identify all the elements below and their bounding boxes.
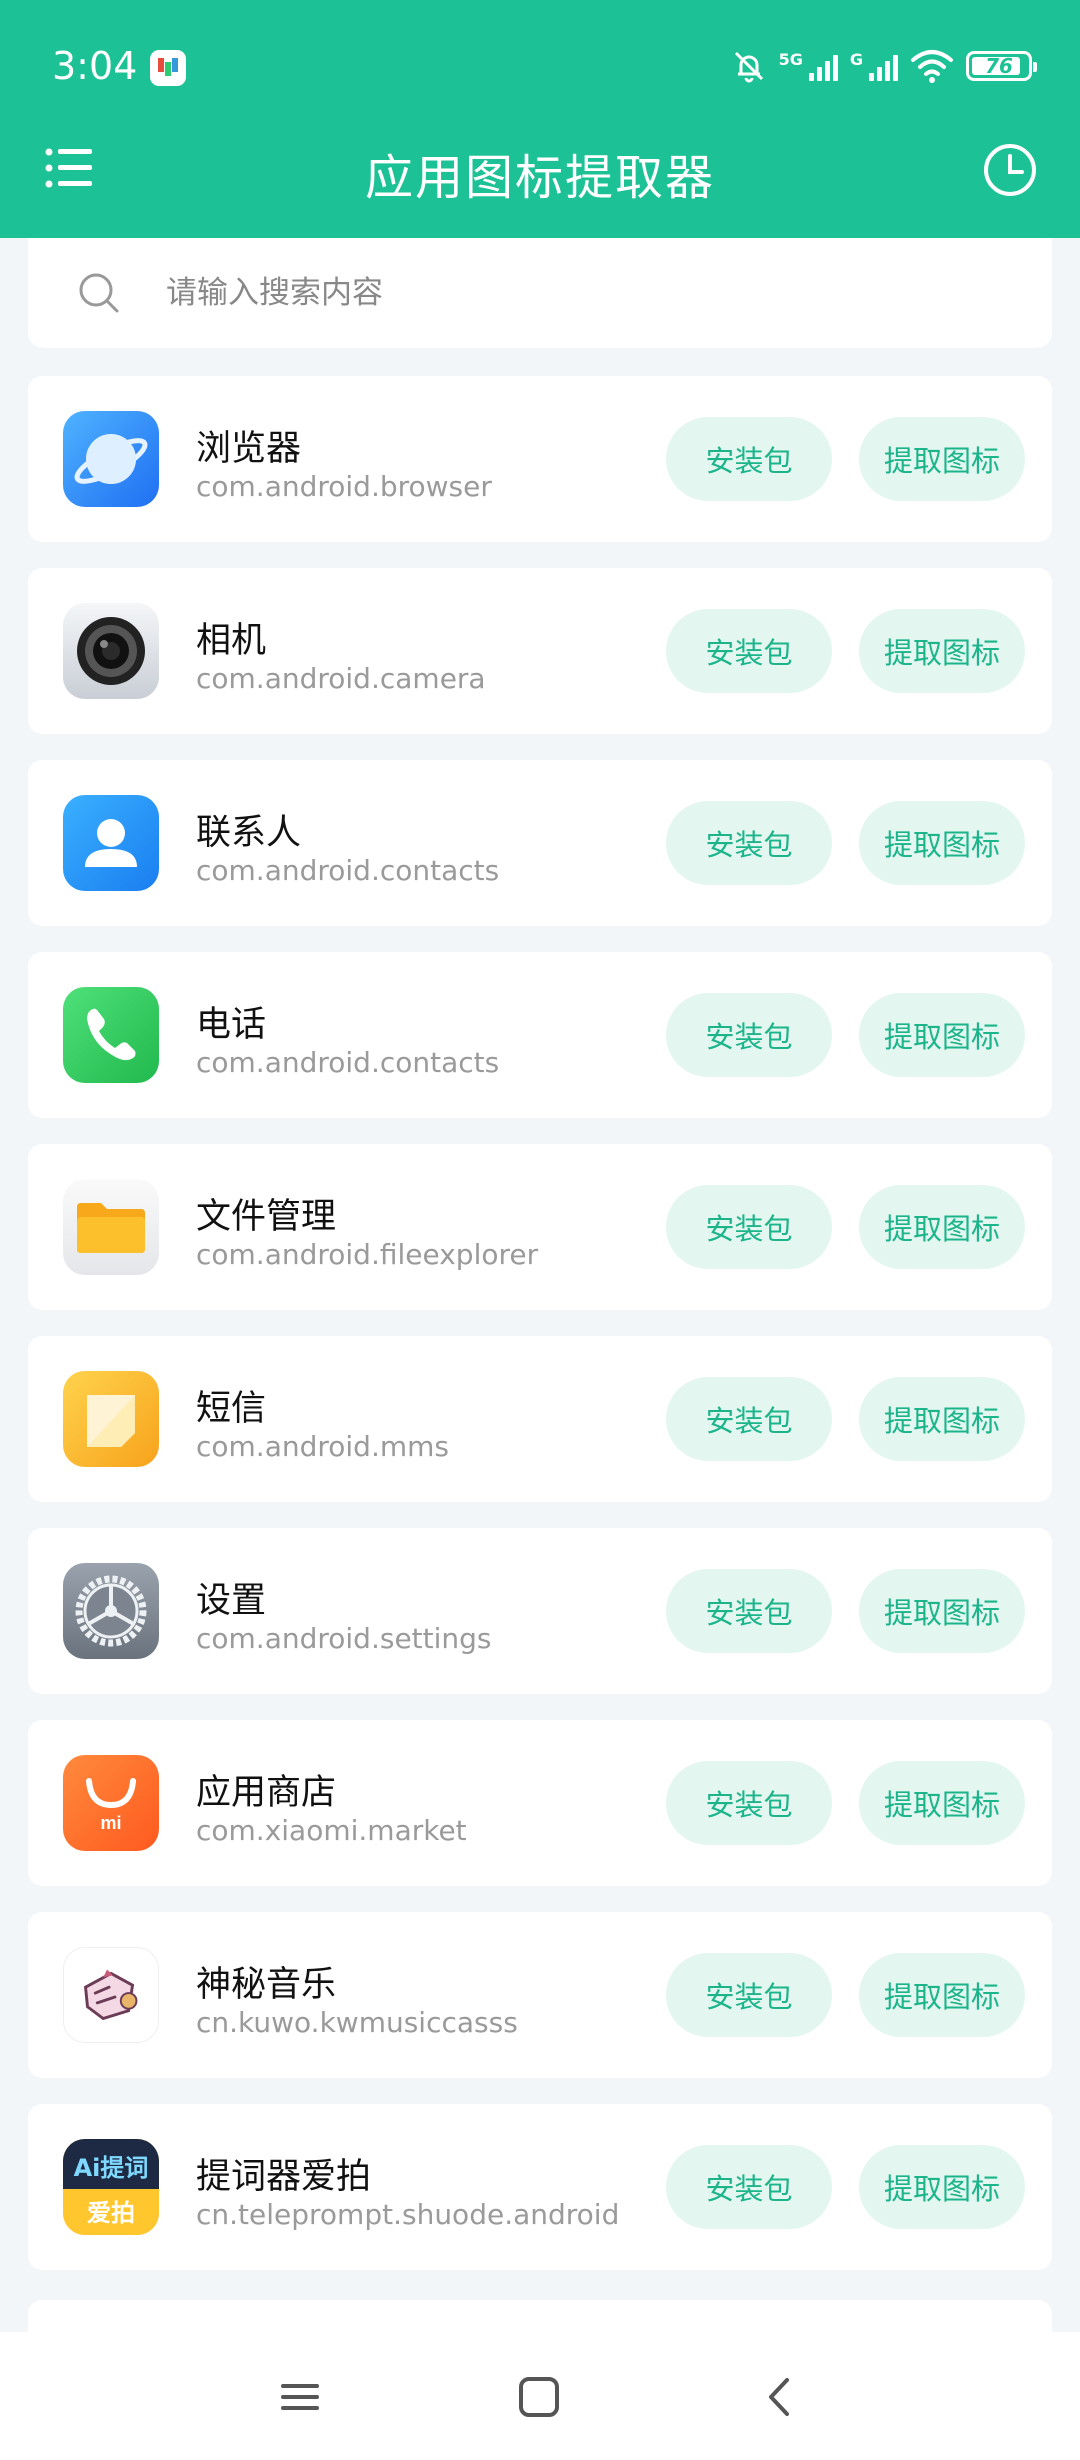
extract-icon-button[interactable]: 提取图标 — [859, 417, 1025, 501]
wifi-icon — [911, 50, 953, 83]
install-package-button[interactable]: 安装包 — [666, 1185, 832, 1269]
extract-icon-button[interactable]: 提取图标 — [859, 1761, 1025, 1845]
list-item[interactable]: 相机 com.android.camera 安装包 提取图标 — [28, 568, 1052, 734]
extract-icon-button[interactable]: 提取图标 — [859, 801, 1025, 885]
list-item[interactable]: 文件管理 com.android.fileexplorer 安装包 提取图标 — [28, 1144, 1052, 1310]
app-name: 相机 — [196, 621, 267, 661]
list-item[interactable]: 浏览器 com.android.browser 安装包 提取图标 — [28, 376, 1052, 542]
history-button[interactable] — [982, 142, 1038, 198]
install-package-button[interactable]: 安装包 — [666, 993, 832, 1077]
back-icon — [769, 2378, 789, 2416]
app-package: com.android.contacts — [196, 1046, 500, 1079]
extract-icon-button[interactable]: 提取图标 — [859, 1953, 1025, 2037]
app-name: 神秘音乐 — [196, 1965, 337, 2005]
extract-icon-button[interactable]: 提取图标 — [859, 1569, 1025, 1653]
extract-icon-button[interactable]: 提取图标 — [859, 609, 1025, 693]
status-time: 3:04 — [52, 44, 138, 88]
signal2-label: G — [849, 49, 863, 69]
app-header: 3:04 5G G 76 应用图标提取器 — [0, 0, 1080, 238]
phone-icon — [63, 987, 159, 1083]
install-package-button[interactable]: 安装包 — [666, 1761, 832, 1845]
teleprompter-icon: Ai提词 爱拍 — [63, 2139, 159, 2235]
contacts-icon — [63, 795, 159, 891]
store-icon-text: mi — [100, 1813, 121, 1833]
file-manager-icon — [63, 1179, 159, 1275]
home-icon — [519, 2377, 559, 2417]
app-name: 提词器爱拍 — [196, 2157, 372, 2197]
list-item[interactable]: Ai提词 爱拍 提词器爱拍 cn.teleprompt.shuode.andro… — [28, 2104, 1052, 2270]
notification-app-icon — [150, 50, 186, 86]
install-package-button[interactable]: 安装包 — [666, 1953, 832, 2037]
app-package: com.android.fileexplorer — [196, 1238, 539, 1271]
search-input[interactable] — [166, 266, 1026, 320]
install-package-button[interactable]: 安装包 — [666, 417, 832, 501]
search-bar — [28, 238, 1052, 348]
list-item[interactable]: 神秘音乐 cn.kuwo.kwmusiccasss 安装包 提取图标 — [28, 1912, 1052, 2078]
recents-button[interactable] — [275, 2372, 325, 2422]
app-store-icon: mi — [63, 1755, 159, 1851]
system-nav-bar — [0, 2332, 1080, 2460]
browser-icon — [63, 411, 159, 507]
list-item[interactable]: 联系人 com.android.contacts 安装包 提取图标 — [28, 760, 1052, 926]
app-package: com.android.settings — [196, 1622, 492, 1655]
teleprompter-icon-bottom-text: 爱拍 — [87, 2199, 135, 2227]
app-package: com.xiaomi.market — [196, 1814, 467, 1847]
install-package-button[interactable]: 安装包 — [666, 1569, 832, 1653]
app-package: com.android.browser — [196, 470, 492, 503]
signal-icon — [869, 51, 898, 81]
search-icon — [79, 273, 119, 313]
app-name: 应用商店 — [196, 1773, 337, 1813]
camera-icon — [63, 603, 159, 699]
messages-icon — [63, 1371, 159, 1467]
extract-icon-button[interactable]: 提取图标 — [859, 1377, 1025, 1461]
signal-icon — [808, 51, 838, 81]
app-package: com.android.contacts — [196, 854, 500, 887]
page-title: 应用图标提取器 — [364, 150, 715, 206]
music-icon — [63, 1947, 159, 2043]
app-package: com.android.camera — [196, 662, 486, 695]
app-name: 设置 — [196, 1581, 267, 1621]
install-package-button[interactable]: 安装包 — [666, 1377, 832, 1461]
battery-level: 76 — [985, 54, 1013, 78]
status-icons: 5G G 76 — [731, 46, 1037, 86]
app-list: 浏览器 com.android.browser 安装包 提取图标 相机 com.… — [28, 376, 1052, 2296]
install-package-button[interactable]: 安装包 — [666, 2145, 832, 2229]
app-name: 短信 — [196, 1389, 267, 1429]
mute-bell-icon — [734, 51, 763, 83]
clock-icon — [984, 144, 1036, 196]
app-name: 文件管理 — [196, 1197, 337, 1237]
battery-icon: 76 — [966, 51, 1037, 81]
app-package: com.android.mms — [196, 1430, 449, 1463]
install-package-button[interactable]: 安装包 — [666, 609, 832, 693]
install-package-button[interactable]: 安装包 — [666, 801, 832, 885]
app-name: 电话 — [196, 1005, 267, 1045]
teleprompter-icon-top-text: Ai提词 — [74, 2154, 149, 2182]
home-button[interactable] — [514, 2372, 564, 2422]
app-name: 联系人 — [196, 813, 302, 853]
list-item[interactable]: mi 应用商店 com.xiaomi.market 安装包 提取图标 — [28, 1720, 1052, 1886]
list-item[interactable]: 电话 com.android.contacts 安装包 提取图标 — [28, 952, 1052, 1118]
back-button[interactable] — [755, 2372, 805, 2422]
settings-icon — [63, 1563, 159, 1659]
app-package: cn.teleprompt.shuode.android — [196, 2198, 620, 2231]
extract-icon-button[interactable]: 提取图标 — [859, 993, 1025, 1077]
app-package: cn.kuwo.kwmusiccasss — [196, 2006, 518, 2039]
signal1-label: 5G — [778, 49, 803, 69]
extract-icon-button[interactable]: 提取图标 — [859, 1185, 1025, 1269]
list-item[interactable]: 设置 com.android.settings 安装包 提取图标 — [28, 1528, 1052, 1694]
list-item[interactable]: 短信 com.android.mms 安装包 提取图标 — [28, 1336, 1052, 1502]
status-bar: 3:04 5G G 76 — [0, 0, 1080, 135]
extract-icon-button[interactable]: 提取图标 — [859, 2145, 1025, 2229]
app-name: 浏览器 — [196, 429, 302, 469]
recents-icon — [281, 2384, 319, 2410]
